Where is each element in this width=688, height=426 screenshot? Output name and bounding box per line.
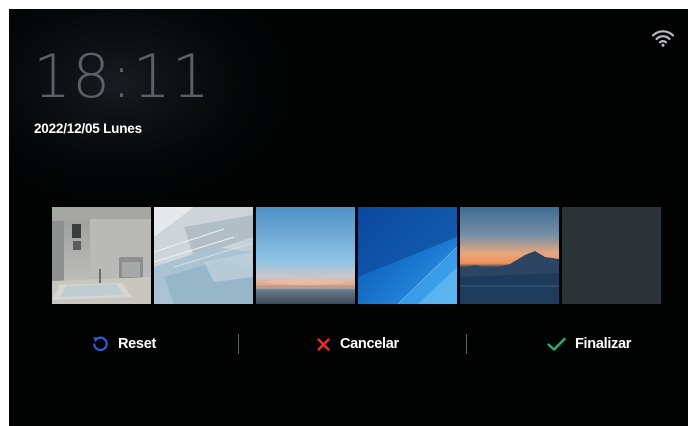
orange-sunset-mountains-image (460, 207, 559, 304)
finish-button[interactable]: Finalizar (547, 331, 631, 357)
wallpaper-thumbnail-sunset[interactable] (460, 207, 559, 304)
white-architecture-image (154, 207, 253, 304)
wallpaper-thumbnail-blue-abstract[interactable] (358, 207, 457, 304)
interior-room-image (52, 207, 151, 304)
cancel-button[interactable]: Cancelar (316, 331, 399, 357)
wallpaper-thumbnail-architecture[interactable] (154, 207, 253, 304)
selected-check-icon (602, 286, 661, 304)
wallpaper-thumbnail-solid-dark[interactable] (562, 207, 661, 304)
check-icon (547, 337, 566, 351)
wallpaper-strip (52, 207, 661, 304)
device-screen: 18:11 2022/12/05 Lunes Reset Cancelar Fi… (9, 9, 688, 426)
reset-label: Reset (118, 336, 156, 352)
finish-label: Finalizar (575, 336, 632, 352)
action-divider (238, 334, 239, 354)
wifi-icon (652, 30, 674, 47)
action-divider (466, 334, 467, 354)
cancel-label: Cancelar (340, 336, 399, 352)
blue-abstract-image (358, 207, 457, 304)
close-icon (317, 337, 330, 351)
reset-button[interactable]: Reset (92, 331, 156, 357)
date-label: 2022/12/05 Lunes (34, 121, 142, 136)
wallpaper-thumbnail-interior[interactable] (52, 207, 151, 304)
wallpaper-thumbnail-sky[interactable] (256, 207, 355, 304)
clock-time: 18:11 (33, 42, 211, 112)
action-bar: Reset Cancelar Finalizar (9, 331, 688, 357)
blue-sky-sunset-image (256, 207, 355, 304)
reset-icon (93, 336, 108, 351)
